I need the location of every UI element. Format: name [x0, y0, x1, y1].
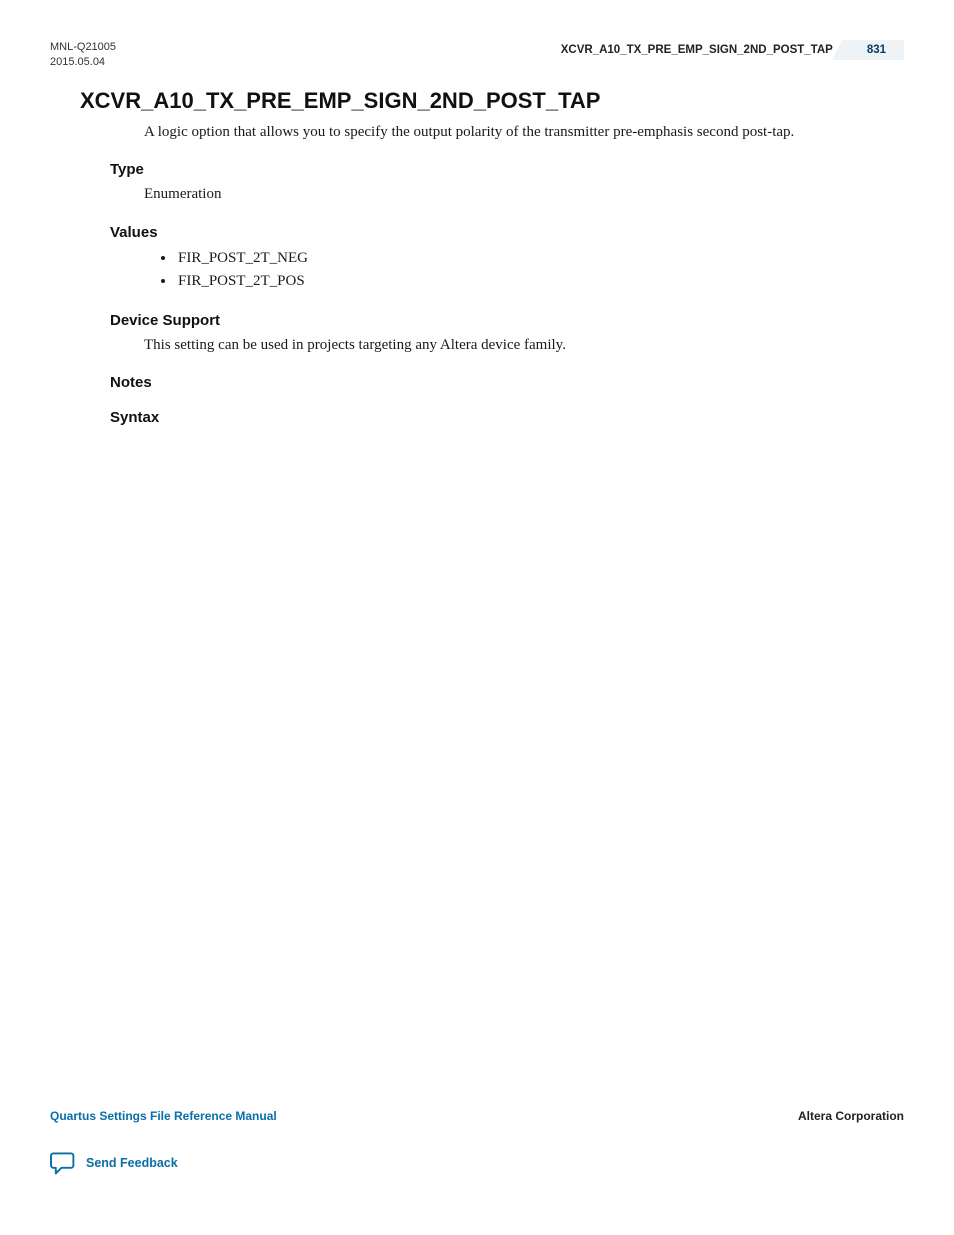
section-heading-device-support: Device Support [110, 312, 904, 329]
section-heading-syntax: Syntax [110, 409, 904, 426]
intro-paragraph: A logic option that allows you to specif… [144, 122, 904, 144]
header-meta: MNL-Q21005 2015.05.04 [50, 40, 116, 70]
page-footer: Quartus Settings File Reference Manual A… [50, 1109, 904, 1175]
section-heading-values: Values [110, 224, 904, 241]
section-body-type: Enumeration [144, 184, 904, 206]
manual-link[interactable]: Quartus Settings File Reference Manual [50, 1109, 277, 1123]
list-item: FIR_POST_2T_NEG [176, 247, 904, 270]
header-right: XCVR_A10_TX_PRE_EMP_SIGN_2ND_POST_TAP 83… [561, 40, 904, 60]
company-name: Altera Corporation [798, 1109, 904, 1123]
running-title: XCVR_A10_TX_PRE_EMP_SIGN_2ND_POST_TAP [561, 44, 847, 56]
page-number: 831 [867, 44, 886, 56]
send-feedback-label: Send Feedback [86, 1156, 178, 1170]
values-list: FIR_POST_2T_NEG FIR_POST_2T_POS [158, 247, 904, 294]
footer-top: Quartus Settings File Reference Manual A… [50, 1109, 904, 1123]
section-body-device-support: This setting can be used in projects tar… [144, 335, 904, 357]
section-heading-notes: Notes [110, 374, 904, 391]
speech-bubble-icon [50, 1151, 76, 1175]
list-item: FIR_POST_2T_POS [176, 270, 904, 293]
page-number-tab: 831 [847, 40, 904, 60]
section-heading-type: Type [110, 161, 904, 178]
page-title: XCVR_A10_TX_PRE_EMP_SIGN_2ND_POST_TAP [80, 88, 904, 114]
document-id: MNL-Q21005 [50, 40, 116, 55]
document-page: MNL-Q21005 2015.05.04 XCVR_A10_TX_PRE_EM… [0, 0, 954, 1235]
send-feedback[interactable]: Send Feedback [50, 1151, 904, 1175]
document-date: 2015.05.04 [50, 55, 116, 70]
page-header: MNL-Q21005 2015.05.04 XCVR_A10_TX_PRE_EM… [50, 40, 904, 70]
